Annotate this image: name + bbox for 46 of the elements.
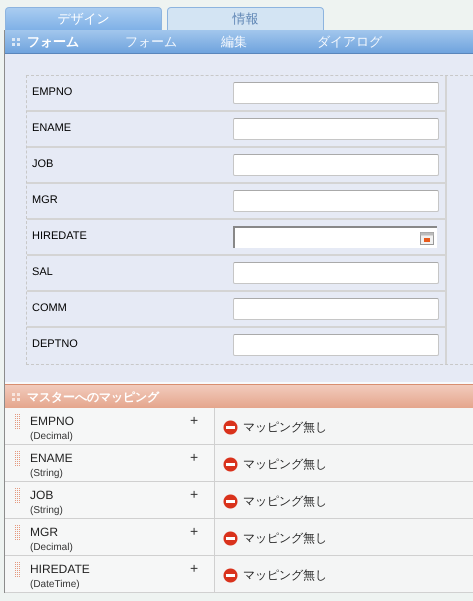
field-label: SAL <box>31 265 54 280</box>
add-button[interactable]: + <box>190 525 198 555</box>
no-entry-icon <box>223 420 238 434</box>
calendar-icon <box>420 231 434 245</box>
field-label: EMPNO <box>31 85 74 100</box>
add-button[interactable]: + <box>190 414 198 444</box>
input-field[interactable] <box>233 262 439 284</box>
field-label: MGR <box>31 193 59 208</box>
column-type: (String) <box>30 467 64 481</box>
field-label: ENAME <box>31 121 72 136</box>
field-label: HIREDATE <box>31 229 88 244</box>
field-label: DEPTNO <box>31 337 79 352</box>
input-field[interactable] <box>233 154 439 176</box>
no-entry-icon <box>223 456 238 472</box>
input-field[interactable] <box>233 118 439 140</box>
input-field[interactable] <box>233 190 439 212</box>
no-entry-icon <box>223 494 238 508</box>
add-button[interactable]: + <box>190 562 198 592</box>
column-name: EMPNO <box>30 414 76 429</box>
add-button[interactable]: + <box>190 488 198 518</box>
column-type: (String) <box>30 504 64 518</box>
field-label: COMM <box>31 301 68 316</box>
column-type: (DateTime) <box>30 578 81 592</box>
column-name: JOB <box>30 488 54 503</box>
input-field[interactable] <box>233 334 439 356</box>
column-name: ENAME <box>30 451 74 466</box>
grip-icon <box>12 38 21 46</box>
add-button[interactable]: + <box>190 451 198 481</box>
column-name: MGR <box>30 525 59 540</box>
column-type: (Decimal) <box>30 541 74 555</box>
column-name: HIREDATE <box>30 562 91 577</box>
mapping-status: マッピング無し <box>243 567 327 584</box>
column-type: (Decimal) <box>30 430 74 444</box>
input-field[interactable] <box>233 82 439 104</box>
field-label: JOB <box>31 157 54 172</box>
toolbar-title: フォーム <box>27 32 80 51</box>
no-entry-icon <box>223 568 238 582</box>
grip-icon <box>12 392 21 400</box>
mapping-status: マッピング無し <box>243 493 327 510</box>
no-entry-icon <box>223 530 238 546</box>
mapping-status: マッピング無し <box>243 530 327 547</box>
section-title: マスターへのマッピング <box>27 388 159 406</box>
mapping-status: マッピング無し <box>243 456 327 473</box>
mapping-status: マッピング無し <box>243 419 327 436</box>
date-field[interactable] <box>233 226 437 248</box>
input-field[interactable] <box>233 298 439 320</box>
